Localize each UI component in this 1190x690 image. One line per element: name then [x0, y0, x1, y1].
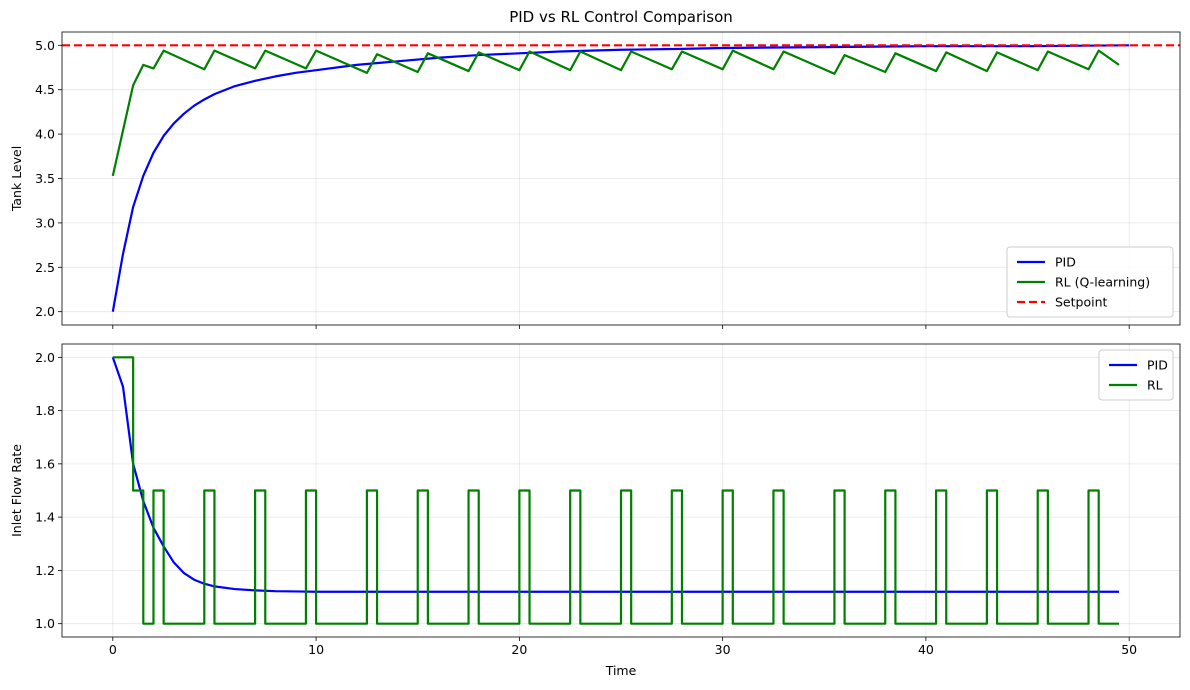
series-line-rl-q-learning	[111, 49, 1120, 177]
x-tick-label: 20	[511, 642, 527, 657]
x-tick-label: 30	[715, 642, 731, 657]
legend-label: Setpoint	[1055, 295, 1108, 310]
y-tick-label: 3.0	[35, 215, 55, 230]
legend-label: RL (Q-learning)	[1055, 275, 1150, 290]
legend-label: PID	[1055, 255, 1076, 270]
chart-svg: 2.0 2.5 3.0 3.5 4.0 4.5 5.0 PID vs RL Control C…	[9, 8, 1181, 678]
series-line-rl	[112, 356, 1120, 625]
legend-label: RL	[1147, 378, 1163, 393]
subplot-1: 2.0 2.5 3.0 3.5 4.0 4.5 5.0 PID vs RL Control C…	[9, 8, 1181, 329]
x-tick-label: 0	[109, 642, 117, 657]
y-tick-label: 1.8	[35, 403, 55, 418]
y-tick-label: 2.5	[35, 260, 55, 275]
y-axis-label: Tank Level	[9, 146, 24, 212]
series-line-pid	[111, 356, 1120, 593]
chart-figure: 2.0 2.5 3.0 3.5 4.0 4.5 5.0 PID vs RL Control C…	[0, 0, 1190, 690]
x-tick-label: 10	[308, 642, 324, 657]
y-axis-label: Inlet Flow Rate	[9, 444, 24, 537]
y-tick-label: 1.6	[35, 456, 55, 471]
y-tick-label: 1.0	[35, 616, 55, 631]
legend: PID RL (Q-learning) Setpoint	[1006, 246, 1174, 318]
y-tick-label: 2.0	[35, 304, 55, 319]
y-tick-label: 4.5	[35, 82, 55, 97]
legend: PID RL	[1098, 349, 1174, 401]
y-tick-label: 1.4	[35, 510, 55, 525]
y-tick-label: 2.0	[35, 350, 55, 365]
subplot-2: 0 10 20 30 40 50 1.0 1.2 1.4 1.6 1.8 2.0 Inlet Flow …	[9, 343, 1181, 678]
y-tick-label: 4.0	[35, 127, 55, 142]
x-axis-label: Time	[605, 663, 637, 678]
legend-label: PID	[1147, 358, 1168, 373]
chart-title: PID vs RL Control Comparison	[509, 8, 733, 26]
x-tick-label: 50	[1121, 642, 1137, 657]
y-tick-label: 3.5	[35, 171, 55, 186]
y-tick-label: 5.0	[35, 38, 55, 53]
y-tick-label: 1.2	[35, 563, 55, 578]
x-tick-label: 40	[918, 642, 934, 657]
